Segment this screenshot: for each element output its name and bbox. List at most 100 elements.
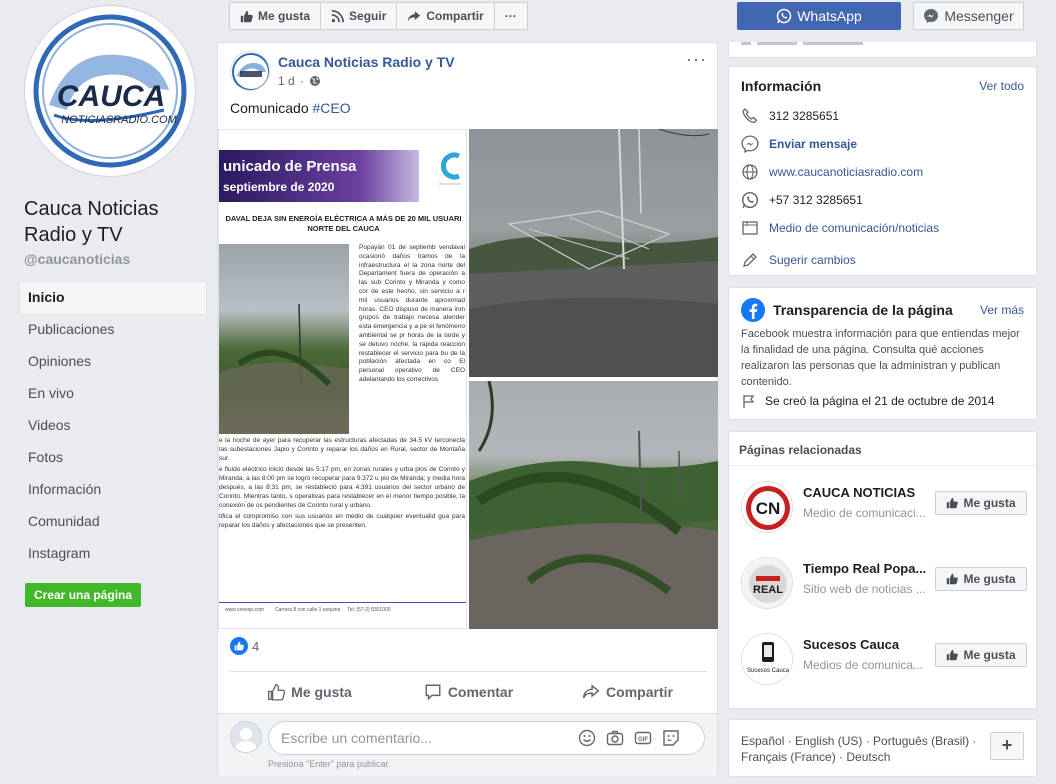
- whatsapp-button[interactable]: WhatsApp: [737, 2, 901, 30]
- user-avatar-icon: [230, 721, 262, 753]
- transparency-see-more[interactable]: Ver más: [980, 303, 1024, 317]
- svg-text:REAL: REAL: [753, 584, 783, 596]
- post-share-button[interactable]: Compartir: [548, 672, 707, 711]
- nav-item-videos[interactable]: Videos: [20, 410, 206, 442]
- related-like-button[interactable]: Me gusta: [935, 567, 1027, 591]
- emoji-icon[interactable]: [578, 729, 596, 747]
- share-icon: [408, 10, 421, 22]
- info-card-title: Información: [741, 78, 822, 94]
- share-page-label: Compartir: [426, 9, 484, 23]
- nav-item-opiniones[interactable]: Opiniones: [20, 346, 206, 378]
- related-page-row: Sucesos Cauca Sucesos Cauca Medios de co…: [741, 633, 1029, 689]
- more-dots-icon: ···: [504, 9, 517, 23]
- page-action-bar: Me gusta Seguir Compartir ···: [229, 2, 528, 30]
- info-row-whatsapp[interactable]: +57 312 3285651: [741, 191, 863, 209]
- thumbs-up-icon: [947, 497, 959, 509]
- press-date: septiembre de 2020: [223, 180, 335, 194]
- related-like-button[interactable]: Me gusta: [935, 643, 1027, 667]
- related-page-name[interactable]: Sucesos Cauca: [803, 637, 931, 652]
- related-like-button[interactable]: Me gusta: [935, 491, 1027, 515]
- related-page-subtitle: Sitio web de noticias ...: [803, 582, 926, 596]
- globe-icon: [742, 164, 758, 180]
- cauca-logo: CAUCA NOTICIASRADIO.COM: [31, 12, 189, 170]
- related-page-name[interactable]: Tiempo Real Popa...: [803, 561, 931, 576]
- add-language-button[interactable]: +: [990, 732, 1024, 760]
- related-like-label: Me gusta: [963, 572, 1016, 586]
- language-links[interactable]: Español · English (US) · Português (Bras…: [741, 733, 986, 765]
- page-title[interactable]: Cauca Noticias Radio y TV: [24, 196, 214, 248]
- related-page-row: REAL Tiempo Real Popa... Sitio web de no…: [741, 557, 1029, 613]
- whatsapp-label: WhatsApp: [797, 8, 862, 24]
- info-row-send-message[interactable]: Enviar mensaje: [741, 135, 857, 153]
- nav-item-publicaciones[interactable]: Publicaciones: [20, 314, 206, 346]
- transparency-description: Facebook muestra información para que en…: [741, 328, 1020, 388]
- more-options-button[interactable]: ···: [495, 3, 527, 29]
- related-page-name[interactable]: CAUCA NOTICIAS: [803, 485, 931, 500]
- press-headline-2: NORTE DEL CAUCA: [307, 224, 380, 233]
- sucesos-cauca-logo-icon[interactable]: Sucesos Cauca: [741, 633, 793, 685]
- post-timestamp[interactable]: 1 d: [278, 74, 295, 88]
- info-row-phone[interactable]: 312 3285651: [741, 107, 839, 125]
- nav-item-en-vivo[interactable]: En vivo: [20, 378, 206, 410]
- related-page-subtitle: Medios de comunica...: [803, 658, 924, 672]
- nav-item-fotos[interactable]: Fotos: [20, 442, 206, 474]
- post-author-avatar[interactable]: [230, 51, 270, 91]
- follow-button[interactable]: Seguir: [321, 3, 398, 29]
- comment-composer: Escribe un comentario... GIF Presiona "E…: [218, 713, 717, 776]
- post-reactions[interactable]: 4: [230, 637, 259, 655]
- meta-separator: ·: [299, 74, 304, 88]
- press-para-1: Popayán 01 de septiemb vendaval ocasionó…: [359, 244, 465, 313]
- info-website-text: www.caucanoticiasradio.com: [769, 165, 924, 179]
- post-comment-label: Comentar: [447, 683, 514, 700]
- share-page-button[interactable]: Compartir: [397, 3, 495, 29]
- svg-text:CAUCA: CAUCA: [57, 80, 165, 113]
- messenger-button[interactable]: Messenger: [913, 2, 1024, 30]
- post-author-name[interactable]: Cauca Noticias Radio y TV: [278, 54, 455, 70]
- language-selector: Español · English (US) · Português (Bras…: [728, 719, 1037, 777]
- nav-item-inicio[interactable]: Inicio: [20, 282, 206, 314]
- press-body-text: e la noche de ayer para recuperar las es…: [219, 437, 465, 531]
- nav-item-informacion[interactable]: Información: [20, 474, 206, 506]
- cauca-noticias-logo-icon[interactable]: CN: [741, 481, 793, 533]
- storm-photo-power-lines[interactable]: [469, 129, 718, 377]
- press-inline-photo: [219, 244, 349, 434]
- post-options-icon[interactable]: ···: [686, 49, 707, 70]
- info-see-all-link[interactable]: Ver todo: [979, 79, 1024, 93]
- related-divider: [729, 465, 1036, 466]
- post-meta: 1 d ·: [278, 74, 321, 88]
- follow-label: Seguir: [349, 9, 387, 23]
- create-page-button[interactable]: Crear una página: [25, 583, 142, 607]
- info-row-suggest-edits[interactable]: Sugerir cambios: [741, 251, 856, 269]
- gif-icon[interactable]: GIF: [634, 729, 652, 747]
- page-profile-picture[interactable]: CAUCA NOTICIASRADIO.COM: [25, 6, 195, 176]
- like-page-button[interactable]: Me gusta: [230, 3, 322, 29]
- comment-tools: GIF: [578, 729, 680, 747]
- camera-icon[interactable]: [606, 729, 624, 747]
- thumbs-up-outline-icon: [268, 683, 286, 701]
- post-like-button[interactable]: Me gusta: [230, 672, 389, 711]
- related-like-label: Me gusta: [963, 496, 1016, 510]
- messenger-icon: [924, 9, 939, 23]
- transparency-title: Transparencia de la página: [773, 302, 953, 318]
- info-row-category[interactable]: Medio de comunicación/noticias: [741, 219, 939, 237]
- info-row-website[interactable]: www.caucanoticiasradio.com: [741, 163, 923, 181]
- messenger-label: Messenger: [944, 8, 1014, 24]
- page-handle[interactable]: @caucanoticias: [24, 251, 130, 267]
- messenger-icon: [741, 135, 759, 153]
- post-comment-button[interactable]: Comentar: [389, 672, 548, 711]
- svg-text:Sucesos Cauca: Sucesos Cauca: [747, 668, 790, 674]
- phone-icon: [742, 108, 758, 124]
- category-icon: [742, 221, 758, 235]
- ceo-logo-icon: [437, 150, 463, 190]
- thumbs-up-icon: [947, 573, 959, 585]
- storm-photo-fallen-trees[interactable]: [469, 381, 718, 629]
- sticker-icon[interactable]: [662, 729, 680, 747]
- press-release-photo[interactable]: unicado de Prensa septiembre de 2020 DAV…: [218, 129, 467, 629]
- press-para-4: e fluido eléctrico inició desde las 5:17…: [219, 466, 465, 509]
- globe-privacy-icon[interactable]: [309, 75, 321, 87]
- post-hashtag[interactable]: #CEO: [313, 100, 351, 116]
- tiempo-real-logo-icon[interactable]: REAL: [741, 557, 793, 609]
- rss-follow-icon: [331, 9, 345, 22]
- nav-item-instagram[interactable]: Instagram: [20, 538, 206, 570]
- nav-item-comunidad[interactable]: Comunidad: [20, 506, 206, 538]
